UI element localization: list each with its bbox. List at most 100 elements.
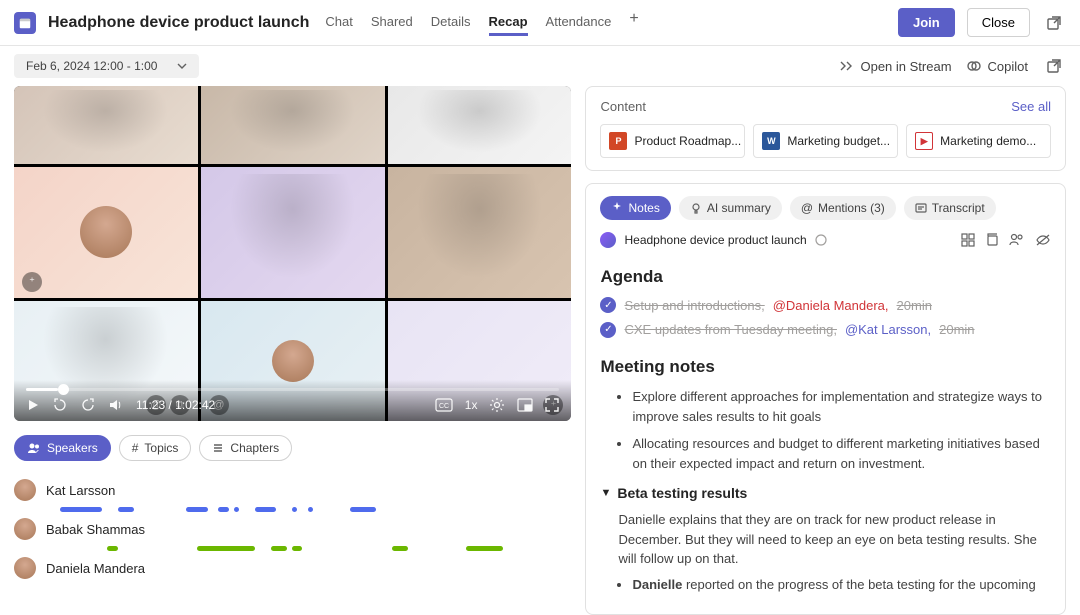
speaker-name: Babak Shammas <box>46 522 145 537</box>
file-item[interactable]: WMarketing budget... <box>753 124 898 158</box>
share-people-icon[interactable] <box>1009 233 1025 247</box>
date-range-text: Feb 6, 2024 12:00 - 1:00 <box>26 59 157 73</box>
left-column: ⁺ @ ⧉ @ ⁺ 11:23 / 1:02:42 <box>14 86 571 615</box>
fullscreen-icon[interactable] <box>545 398 559 412</box>
agenda-item[interactable]: ✓ CXE updates from Tuesday meeting, @Kat… <box>600 320 1045 340</box>
note-bullet[interactable]: Explore different approaches for impleme… <box>632 387 1045 426</box>
speaker-name: Kat Larsson <box>46 483 115 498</box>
note-bullet[interactable]: Danielle reported on the progress of the… <box>632 575 1045 595</box>
video-file-icon: ▶ <box>915 132 933 150</box>
right-column: Content See all PProduct Roadmap... WMar… <box>585 86 1066 615</box>
grid-icon[interactable] <box>961 233 975 247</box>
settings-gear-icon[interactable] <box>489 397 505 413</box>
add-people-icon: ⁺ <box>22 272 42 292</box>
info-icon[interactable] <box>815 234 827 246</box>
play-button-icon[interactable] <box>26 398 40 412</box>
svg-text:CC: CC <box>439 403 449 410</box>
beta-text[interactable]: Danielle explains that they are on track… <box>600 510 1045 569</box>
at-icon: @ <box>801 201 813 215</box>
list-icon <box>212 442 224 454</box>
avatar <box>14 479 36 501</box>
tab-attendance[interactable]: Attendance <box>546 10 612 36</box>
forward-10-icon[interactable] <box>80 397 96 413</box>
file-item[interactable]: PProduct Roadmap... <box>600 124 745 158</box>
sparkle-icon <box>611 202 623 214</box>
word-icon: W <box>762 132 780 150</box>
copilot-link[interactable]: Copilot <box>966 58 1028 74</box>
playback-speed[interactable]: 1x <box>465 398 478 412</box>
hide-icon[interactable] <box>1035 233 1051 247</box>
notes-doc-header: Headphone device product launch <box>600 232 1051 248</box>
copy-component-icon[interactable] <box>985 233 999 247</box>
participant-tile <box>201 167 385 297</box>
participant-tile: ⁺ <box>14 167 198 297</box>
tab-shared[interactable]: Shared <box>371 10 413 36</box>
file-item[interactable]: ▶Marketing demo... <box>906 124 1051 158</box>
calendar-app-icon <box>14 12 36 34</box>
pip-icon[interactable] <box>517 398 533 412</box>
close-button[interactable]: Close <box>967 8 1030 37</box>
check-icon[interactable]: ✓ <box>600 297 616 313</box>
tab-chat[interactable]: Chat <box>325 10 352 36</box>
speaker-name: Daniela Mandera <box>46 561 145 576</box>
notes-card: Notes AI summary @Mentions (3) Transcrip… <box>585 183 1066 615</box>
speaker-row[interactable]: Babak Shammas <box>14 512 571 546</box>
captions-icon[interactable]: CC <box>435 398 453 412</box>
chapters-tab[interactable]: Chapters <box>199 435 292 461</box>
notes-tab-notes[interactable]: Notes <box>600 196 670 220</box>
video-progress-bar[interactable] <box>26 388 559 391</box>
subheader: Feb 6, 2024 12:00 - 1:00 Open in Stream … <box>0 46 1080 86</box>
notes-tab-mentions[interactable]: @Mentions (3) <box>790 196 896 220</box>
notes-tab-ai[interactable]: AI summary <box>679 196 782 220</box>
speaker-timeline <box>44 546 571 551</box>
notes-tab-transcript[interactable]: Transcript <box>904 196 996 220</box>
participant-tile <box>14 86 198 164</box>
notes-body[interactable]: Agenda ✓ Setup and introductions, @Danie… <box>600 258 1051 602</box>
copilot-icon <box>966 58 982 74</box>
avatar <box>14 557 36 579</box>
volume-icon[interactable] <box>108 397 124 413</box>
add-tab-button[interactable]: + <box>629 10 638 36</box>
beta-heading[interactable]: ▼ Beta testing results <box>600 483 1045 504</box>
video-controls-overlay: 11:23 / 1:02:42 CC 1x <box>14 380 571 421</box>
notes-bullets: Explore different approaches for impleme… <box>600 387 1045 473</box>
people-icon <box>27 441 41 455</box>
subheader-popout-icon[interactable] <box>1042 54 1066 78</box>
video-time: 11:23 / 1:02:42 <box>136 398 215 412</box>
view-tabs: Speakers # Topics Chapters <box>14 435 571 461</box>
chevron-down-icon[interactable]: ▼ <box>600 485 611 502</box>
speaker-timeline <box>44 507 571 512</box>
note-bullet[interactable]: Allocating resources and budget to diffe… <box>632 434 1045 473</box>
video-player[interactable]: ⁺ @ ⧉ @ ⁺ 11:23 / 1:02:42 <box>14 86 571 421</box>
lightbulb-icon <box>690 202 702 214</box>
topics-tab[interactable]: # Topics <box>119 435 192 461</box>
participant-tile <box>388 86 572 164</box>
check-icon[interactable]: ✓ <box>600 322 616 338</box>
agenda-item[interactable]: ✓ Setup and introductions, @Daniela Mand… <box>600 296 1045 316</box>
stream-icon <box>838 58 854 74</box>
speakers-tab[interactable]: Speakers <box>14 435 111 461</box>
files-row: PProduct Roadmap... WMarketing budget...… <box>600 124 1051 158</box>
speaker-row[interactable]: Daniela Mandera <box>14 551 571 585</box>
notes-doc-title[interactable]: Headphone device product launch <box>624 233 806 247</box>
tab-details[interactable]: Details <box>431 10 471 36</box>
tab-recap[interactable]: Recap <box>489 10 528 36</box>
date-range-picker[interactable]: Feb 6, 2024 12:00 - 1:00 <box>14 54 199 78</box>
loop-icon <box>600 232 616 248</box>
hash-icon: # <box>132 441 139 455</box>
participant-tile <box>388 167 572 297</box>
speakers-list: Kat Larsson Babak Shammas Daniela Mander… <box>14 473 571 585</box>
content-card: Content See all PProduct Roadmap... WMar… <box>585 86 1066 171</box>
meeting-notes-heading: Meeting notes <box>600 354 1045 380</box>
open-in-stream-link[interactable]: Open in Stream <box>838 58 951 74</box>
beta-bullets: Danielle reported on the progress of the… <box>600 575 1045 595</box>
agenda-heading: Agenda <box>600 264 1045 290</box>
powerpoint-icon: P <box>609 132 627 150</box>
see-all-link[interactable]: See all <box>1011 99 1051 114</box>
popout-icon[interactable] <box>1042 11 1066 35</box>
app-header: Headphone device product launch Chat Sha… <box>0 0 1080 46</box>
speaker-row[interactable]: Kat Larsson <box>14 473 571 507</box>
header-tabs: Chat Shared Details Recap Attendance + <box>325 10 638 36</box>
rewind-10-icon[interactable] <box>52 397 68 413</box>
join-button[interactable]: Join <box>898 8 955 37</box>
